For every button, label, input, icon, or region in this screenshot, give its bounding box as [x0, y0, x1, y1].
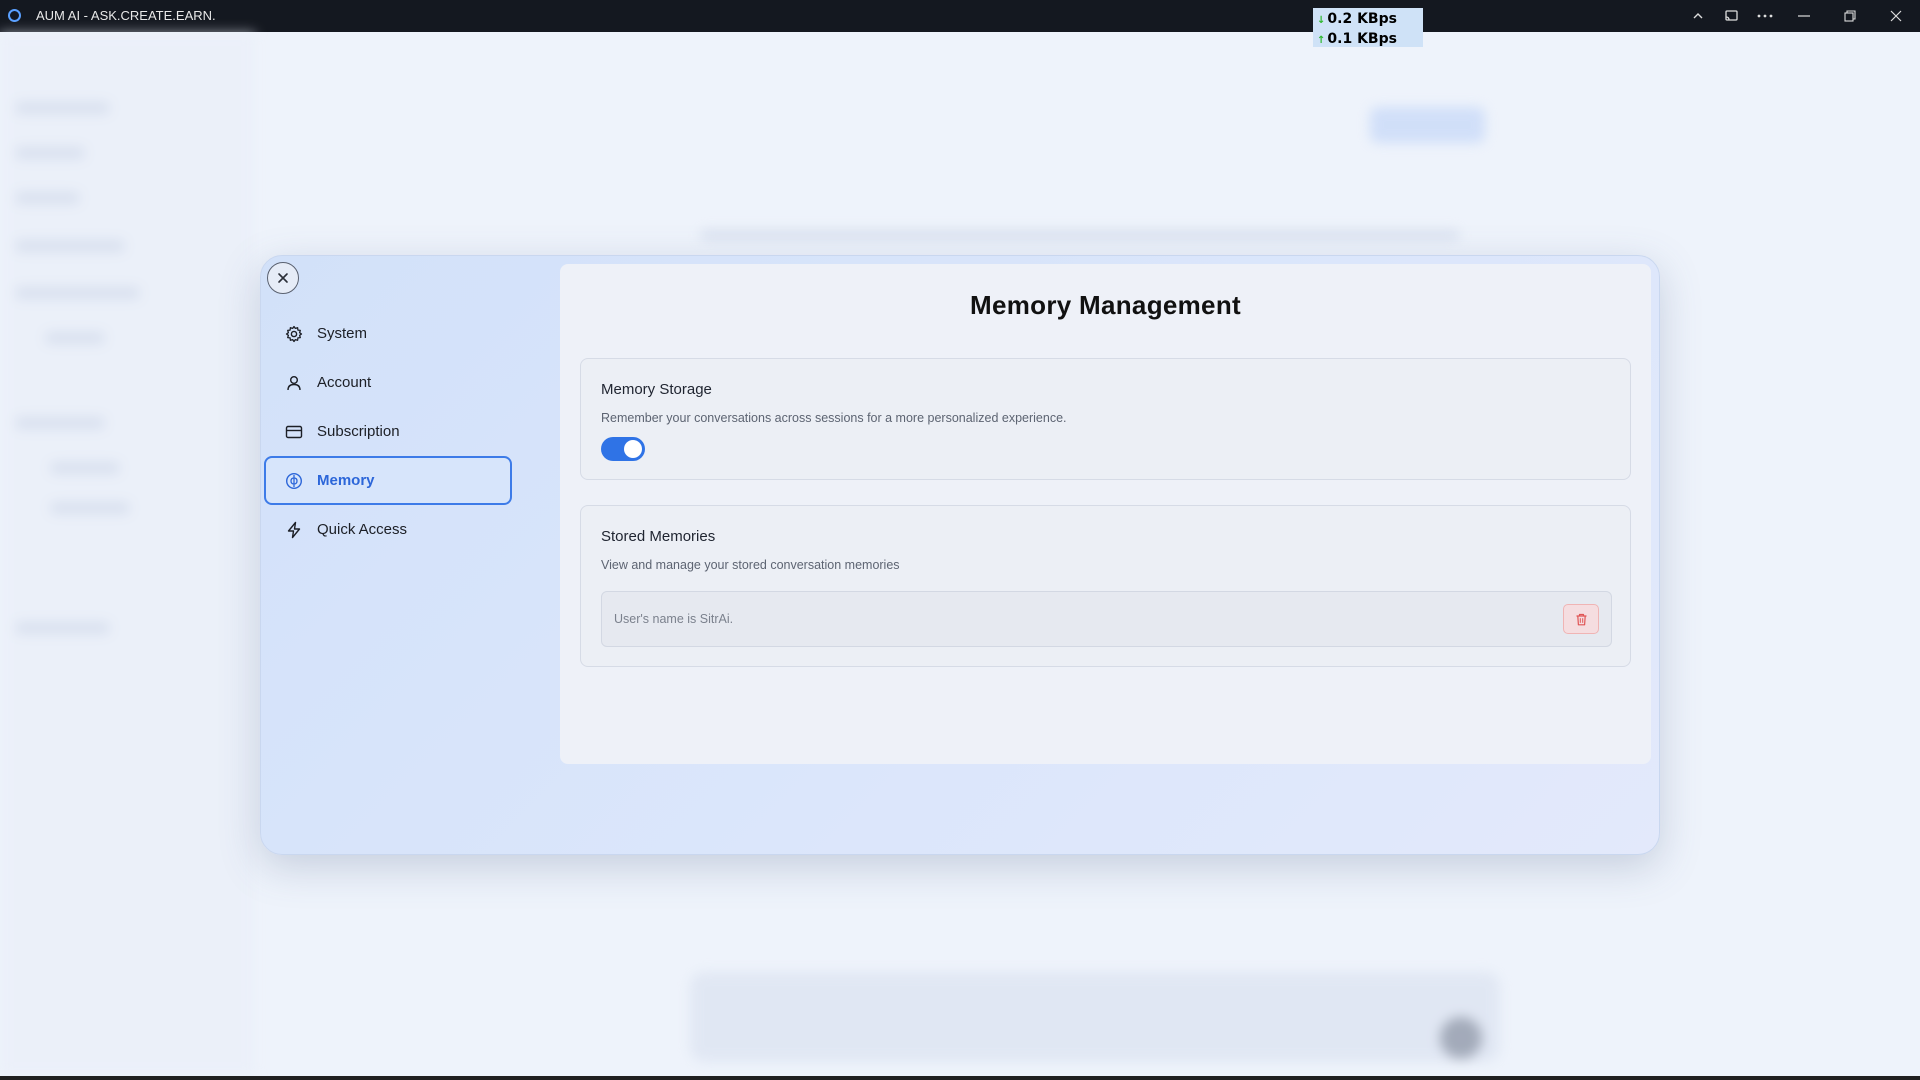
bottom-edge	[0, 1076, 1920, 1080]
nav-item-label: Quick Access	[317, 521, 408, 538]
background-placeholder	[690, 972, 1500, 1062]
nav-item-account[interactable]: Account	[264, 358, 512, 407]
app-logo-icon	[8, 9, 21, 22]
nav-item-system[interactable]: System	[264, 309, 512, 358]
background-placeholder	[50, 462, 120, 474]
card-heading: Stored Memories	[601, 528, 716, 545]
close-icon	[278, 273, 288, 283]
nav-item-memory[interactable]: Memory	[264, 456, 512, 505]
background-placeholder	[15, 240, 125, 252]
nav-item-label: Account	[317, 374, 372, 391]
card-description: View and manage your stored conversation…	[601, 558, 900, 572]
chevron-up-icon[interactable]	[1681, 0, 1715, 32]
cast-icon[interactable]	[1714, 0, 1748, 32]
trash-icon	[1576, 613, 1586, 625]
background-placeholder	[15, 417, 105, 429]
window-title: AUM AI - ASK.CREATE.EARN.	[36, 8, 216, 23]
memory-item-text: User's name is SitrAi.	[614, 612, 734, 626]
background-placeholder	[15, 147, 85, 159]
card-description: Remember your conversations across sessi…	[601, 411, 1067, 425]
stored-memories-card: Stored Memories View and manage your sto…	[580, 505, 1631, 667]
background-placeholder	[1440, 1017, 1482, 1059]
delete-memory-button[interactable]	[1563, 604, 1599, 634]
nav-item-label: Memory	[317, 472, 375, 489]
background-placeholder	[15, 287, 140, 299]
background-placeholder	[45, 332, 105, 344]
bolt-icon	[285, 521, 303, 539]
net-down-value: 0.2 KBps	[1327, 11, 1397, 27]
card-heading: Memory Storage	[601, 381, 712, 398]
memory-settings-panel: Memory Management Memory Storage Remembe…	[560, 264, 1651, 764]
memory-storage-toggle[interactable]	[601, 437, 645, 461]
background-sidebar	[0, 32, 255, 1076]
nav-item-label: System	[317, 325, 368, 342]
nav-item-subscription[interactable]: Subscription	[264, 407, 512, 456]
settings-nav: System Account Subscription Memory Quick…	[264, 309, 512, 554]
background-placeholder	[1370, 107, 1485, 143]
page-title: Memory Management	[970, 290, 1241, 320]
background-placeholder	[50, 502, 130, 514]
memory-storage-card: Memory Storage Remember your conversatio…	[580, 358, 1631, 480]
background-placeholder	[15, 102, 110, 114]
background-placeholder	[700, 230, 1460, 240]
toggle-knob	[624, 440, 642, 458]
close-window-icon[interactable]	[1879, 0, 1913, 32]
background-placeholder	[15, 192, 80, 204]
brain-icon	[285, 472, 303, 490]
window-titlebar: AUM AI - ASK.CREATE.EARN. ↓ 0.2 KBps ↑ 0.1…	[0, 0, 1920, 47]
close-settings-button[interactable]	[267, 262, 299, 294]
gear-icon	[285, 325, 303, 343]
background-placeholder	[15, 622, 110, 634]
user-icon	[285, 374, 303, 392]
minimize-icon[interactable]	[1787, 0, 1821, 32]
restore-icon[interactable]	[1833, 0, 1867, 32]
download-arrow-icon: ↓	[1317, 15, 1326, 26]
nav-item-quick-access[interactable]: Quick Access	[264, 505, 512, 554]
card-icon	[285, 423, 303, 441]
more-options-icon[interactable]	[1748, 0, 1782, 32]
nav-item-label: Subscription	[317, 423, 400, 440]
settings-modal: System Account Subscription Memory Quick…	[260, 255, 1660, 855]
memory-item: User's name is SitrAi.	[601, 591, 1612, 647]
